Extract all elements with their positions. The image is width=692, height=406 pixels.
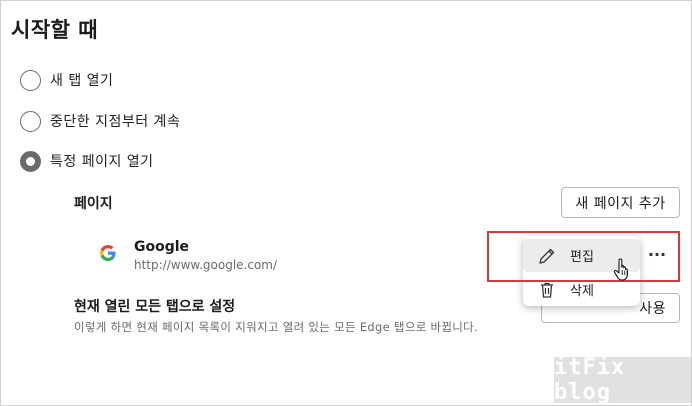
- radio-label: 특정 페이지 열기: [50, 154, 154, 170]
- highlight-box: [487, 231, 680, 282]
- radio-continue[interactable]: 중단한 지점부터 계속: [20, 110, 180, 132]
- add-page-button[interactable]: 새 페이지 추가: [561, 187, 680, 218]
- current-tabs-heading: 현재 열린 모든 탭으로 설정: [74, 299, 236, 315]
- trash-icon: [541, 282, 553, 298]
- page-name: Google: [134, 239, 190, 255]
- radio-button-checked[interactable]: [20, 150, 41, 172]
- radio-specific-pages[interactable]: 특정 페이지 열기: [20, 150, 154, 172]
- use-button-label: 사용: [639, 301, 666, 317]
- menu-item-label: 삭제: [570, 284, 594, 299]
- current-tabs-description: 이렇게 하면 현재 페이지 목록이 지워지고 열려 있는 모든 Edge 탭으로…: [74, 320, 479, 334]
- radio-new-tab[interactable]: 새 탭 열기: [20, 69, 113, 91]
- page-url: http://www.google.com/: [134, 258, 278, 272]
- radio-label: 새 탭 열기: [50, 73, 114, 89]
- hand-cursor-icon: [613, 258, 628, 281]
- radio-button[interactable]: [20, 69, 41, 91]
- radio-label: 중단한 지점부터 계속: [50, 114, 181, 130]
- pages-heading: 페이지: [74, 196, 113, 212]
- section-title: 시작할 때: [11, 18, 99, 42]
- radio-button[interactable]: [20, 110, 41, 132]
- google-favicon-icon: [100, 245, 116, 261]
- watermark: itFix blog: [554, 355, 692, 405]
